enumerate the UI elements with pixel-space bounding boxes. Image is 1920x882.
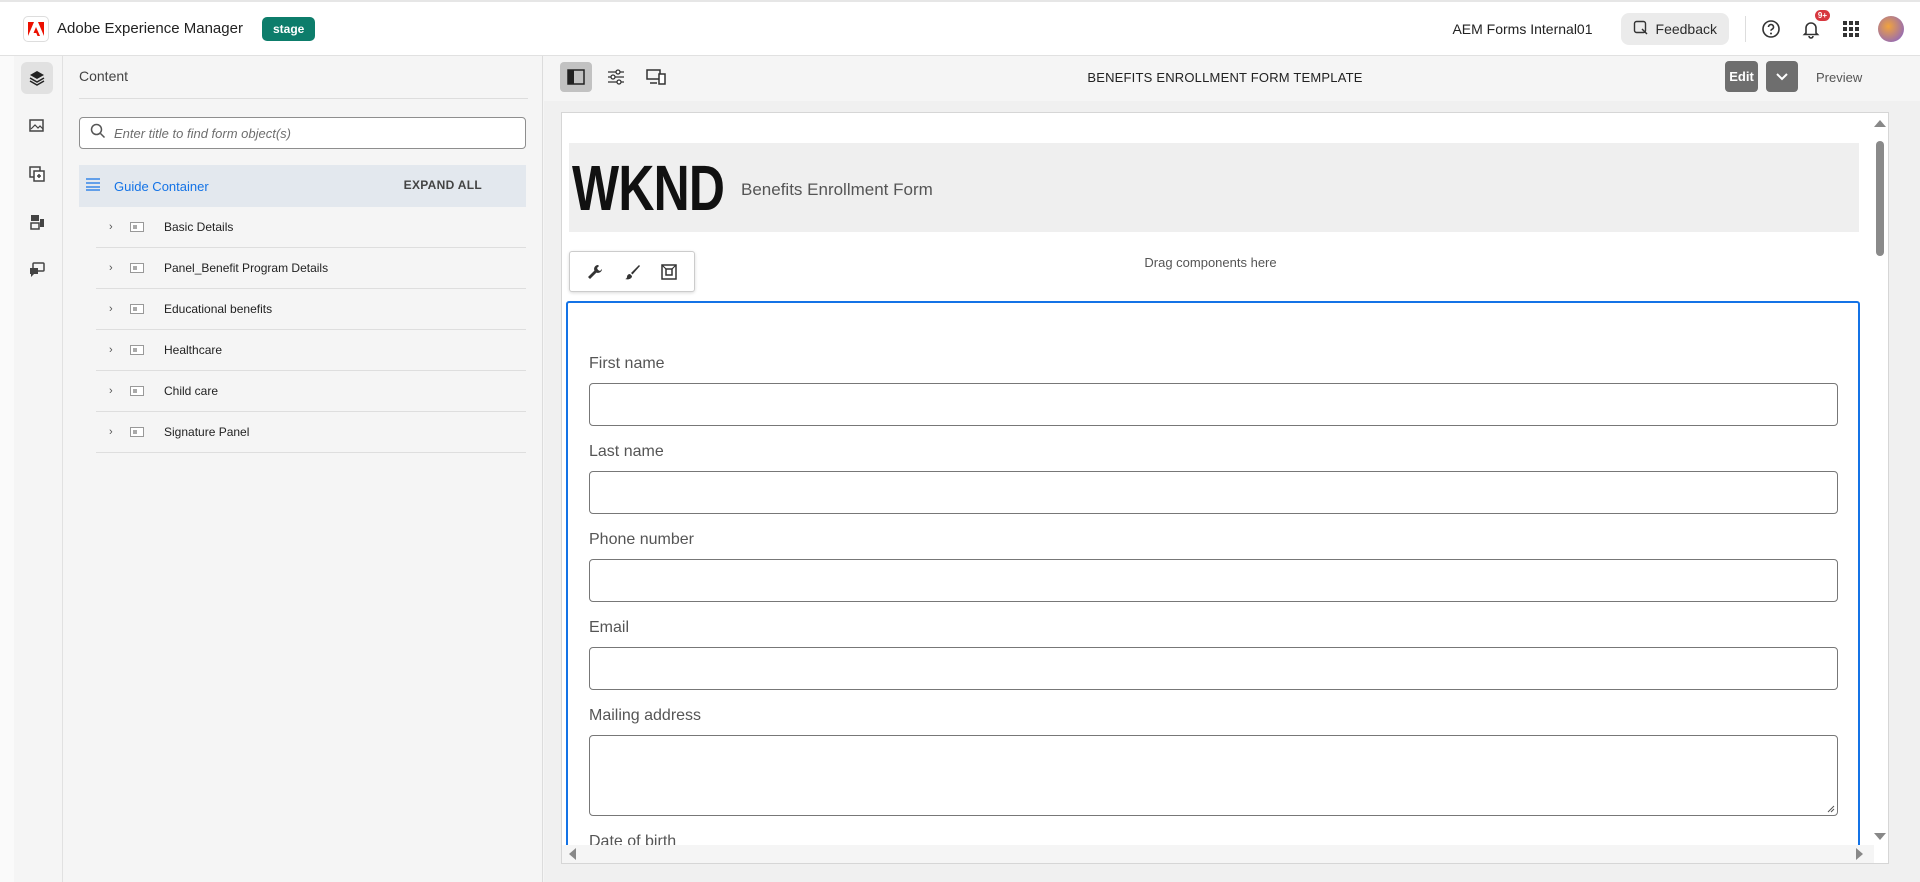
help-icon[interactable]	[1758, 16, 1784, 42]
tree-item[interactable]: › Signature Panel	[96, 412, 526, 453]
feedback-button[interactable]: Feedback	[1620, 13, 1729, 45]
assets-icon[interactable]	[21, 110, 53, 142]
search-icon	[90, 123, 106, 144]
form-canvas: WKND Benefits Enrollment Form Drag compo…	[561, 112, 1889, 864]
org-switcher[interactable]: AEM Forms Internal01	[1452, 21, 1592, 37]
chevron-right-icon[interactable]: ›	[109, 303, 121, 315]
search-box[interactable]	[79, 117, 526, 149]
email-label: Email	[589, 619, 630, 636]
tree-item-label: Healthcare	[164, 343, 223, 357]
editor-toolbar: BENEFITS ENROLLMENT FORM TEMPLATE Edit P…	[544, 56, 1920, 101]
scroll-left-arrow-icon[interactable]	[566, 846, 578, 862]
feedback-label: Feedback	[1655, 21, 1717, 37]
notifications-bell-icon[interactable]: 9+	[1798, 10, 1830, 42]
chevron-right-icon[interactable]: ›	[109, 344, 121, 356]
resize-grip-icon[interactable]	[1825, 803, 1835, 813]
tree-item[interactable]: › Healthcare	[96, 330, 526, 371]
basic-details-panel[interactable]: First name Last name Phone number Email …	[566, 301, 1860, 863]
panel-icon	[130, 304, 144, 314]
form-header-title: Benefits Enrollment Form	[741, 180, 933, 199]
adobe-logo-icon[interactable]	[23, 15, 49, 42]
select-parent-icon[interactable]	[655, 258, 683, 286]
content-panel: Content Guide Container EXPAND ALL › Bas…	[63, 56, 543, 882]
edit-mode-button[interactable]: Edit	[1725, 61, 1758, 92]
data-sources-icon[interactable]	[21, 206, 53, 238]
component-toolbar	[569, 251, 695, 292]
rules-editor-icon[interactable]	[21, 254, 53, 286]
chevron-right-icon[interactable]: ›	[109, 221, 121, 233]
expand-all-button[interactable]: EXPAND ALL	[404, 178, 482, 192]
panel-title: Content	[79, 68, 129, 84]
phone-number-field[interactable]	[589, 559, 1838, 602]
panel-icon	[130, 386, 144, 396]
editor-area: BENEFITS ENROLLMENT FORM TEMPLATE Edit P…	[544, 56, 1920, 882]
notification-count-badge: 9+	[1814, 10, 1830, 21]
tree-item-label: Basic Details	[164, 220, 234, 234]
drag-components-placeholder[interactable]: Drag components here	[562, 255, 1859, 270]
mailing-address-label: Mailing address	[589, 707, 702, 724]
guide-container-icon	[85, 177, 101, 196]
tree-root-guide-container[interactable]: Guide Container EXPAND ALL	[79, 165, 526, 207]
tree-item-label: Panel_Benefit Program Details	[164, 261, 329, 275]
form-title: BENEFITS ENROLLMENT FORM TEMPLATE	[1087, 70, 1363, 85]
tree-item[interactable]: › Educational benefits	[96, 289, 526, 330]
environment-badge: stage	[261, 16, 316, 41]
first-name-label: First name	[589, 355, 665, 372]
scroll-up-arrow-icon[interactable]	[1872, 117, 1888, 129]
chevron-down-icon	[1776, 68, 1788, 86]
scroll-down-arrow-icon[interactable]	[1872, 831, 1888, 843]
mode-dropdown-button[interactable]	[1766, 61, 1798, 92]
content-tree-layers-icon[interactable]	[21, 62, 53, 94]
tree-item-label: Signature Panel	[164, 425, 250, 439]
divider	[1745, 16, 1746, 42]
last-name-label: Last name	[589, 443, 664, 460]
tree-item[interactable]: › Panel_Benefit Program Details	[96, 248, 526, 289]
feedback-icon	[1633, 20, 1649, 39]
side-rail	[14, 56, 62, 882]
wrench-configure-icon[interactable]	[581, 258, 609, 286]
panel-icon	[130, 345, 144, 355]
first-name-field[interactable]	[589, 383, 1838, 426]
scroll-right-arrow-icon[interactable]	[1854, 846, 1866, 862]
chevron-right-icon[interactable]: ›	[109, 426, 121, 438]
mailing-address-textarea[interactable]	[589, 735, 1838, 816]
vertical-scroll-thumb[interactable]	[1876, 141, 1884, 256]
top-bar: Adobe Experience Manager stage AEM Forms…	[0, 0, 1920, 56]
vertical-scrollbar[interactable]	[1872, 113, 1888, 863]
app-title[interactable]: Adobe Experience Manager	[57, 20, 243, 37]
last-name-field[interactable]	[589, 471, 1838, 514]
search-input[interactable]	[114, 125, 514, 141]
guide-container-label: Guide Container	[114, 178, 209, 194]
chevron-right-icon[interactable]: ›	[109, 385, 121, 397]
tree-list: › Basic Details › Panel_Benefit Program …	[96, 207, 526, 453]
tree-item[interactable]: › Child care	[96, 371, 526, 412]
brush-style-icon[interactable]	[618, 258, 646, 286]
components-add-icon[interactable]	[21, 158, 53, 190]
email-field[interactable]	[589, 647, 1838, 690]
preview-button[interactable]: Preview	[1816, 70, 1862, 85]
chevron-right-icon[interactable]: ›	[109, 262, 121, 274]
horizontal-scrollbar[interactable]	[562, 845, 1874, 863]
app-switcher-grid-icon[interactable]	[1838, 16, 1864, 42]
panel-divider	[79, 98, 528, 99]
user-avatar[interactable]	[1878, 16, 1904, 42]
window-edge	[0, 56, 14, 882]
panel-icon	[130, 222, 144, 232]
tree-item-label: Educational benefits	[164, 302, 273, 316]
form-header: WKND Benefits Enrollment Form	[569, 143, 1859, 232]
tree-item[interactable]: › Basic Details	[96, 207, 526, 248]
phone-number-label: Phone number	[589, 531, 694, 548]
panel-icon	[130, 427, 144, 437]
tree-item-label: Child care	[164, 384, 219, 398]
panel-icon	[130, 263, 144, 273]
wknd-logo: WKND	[572, 152, 725, 224]
